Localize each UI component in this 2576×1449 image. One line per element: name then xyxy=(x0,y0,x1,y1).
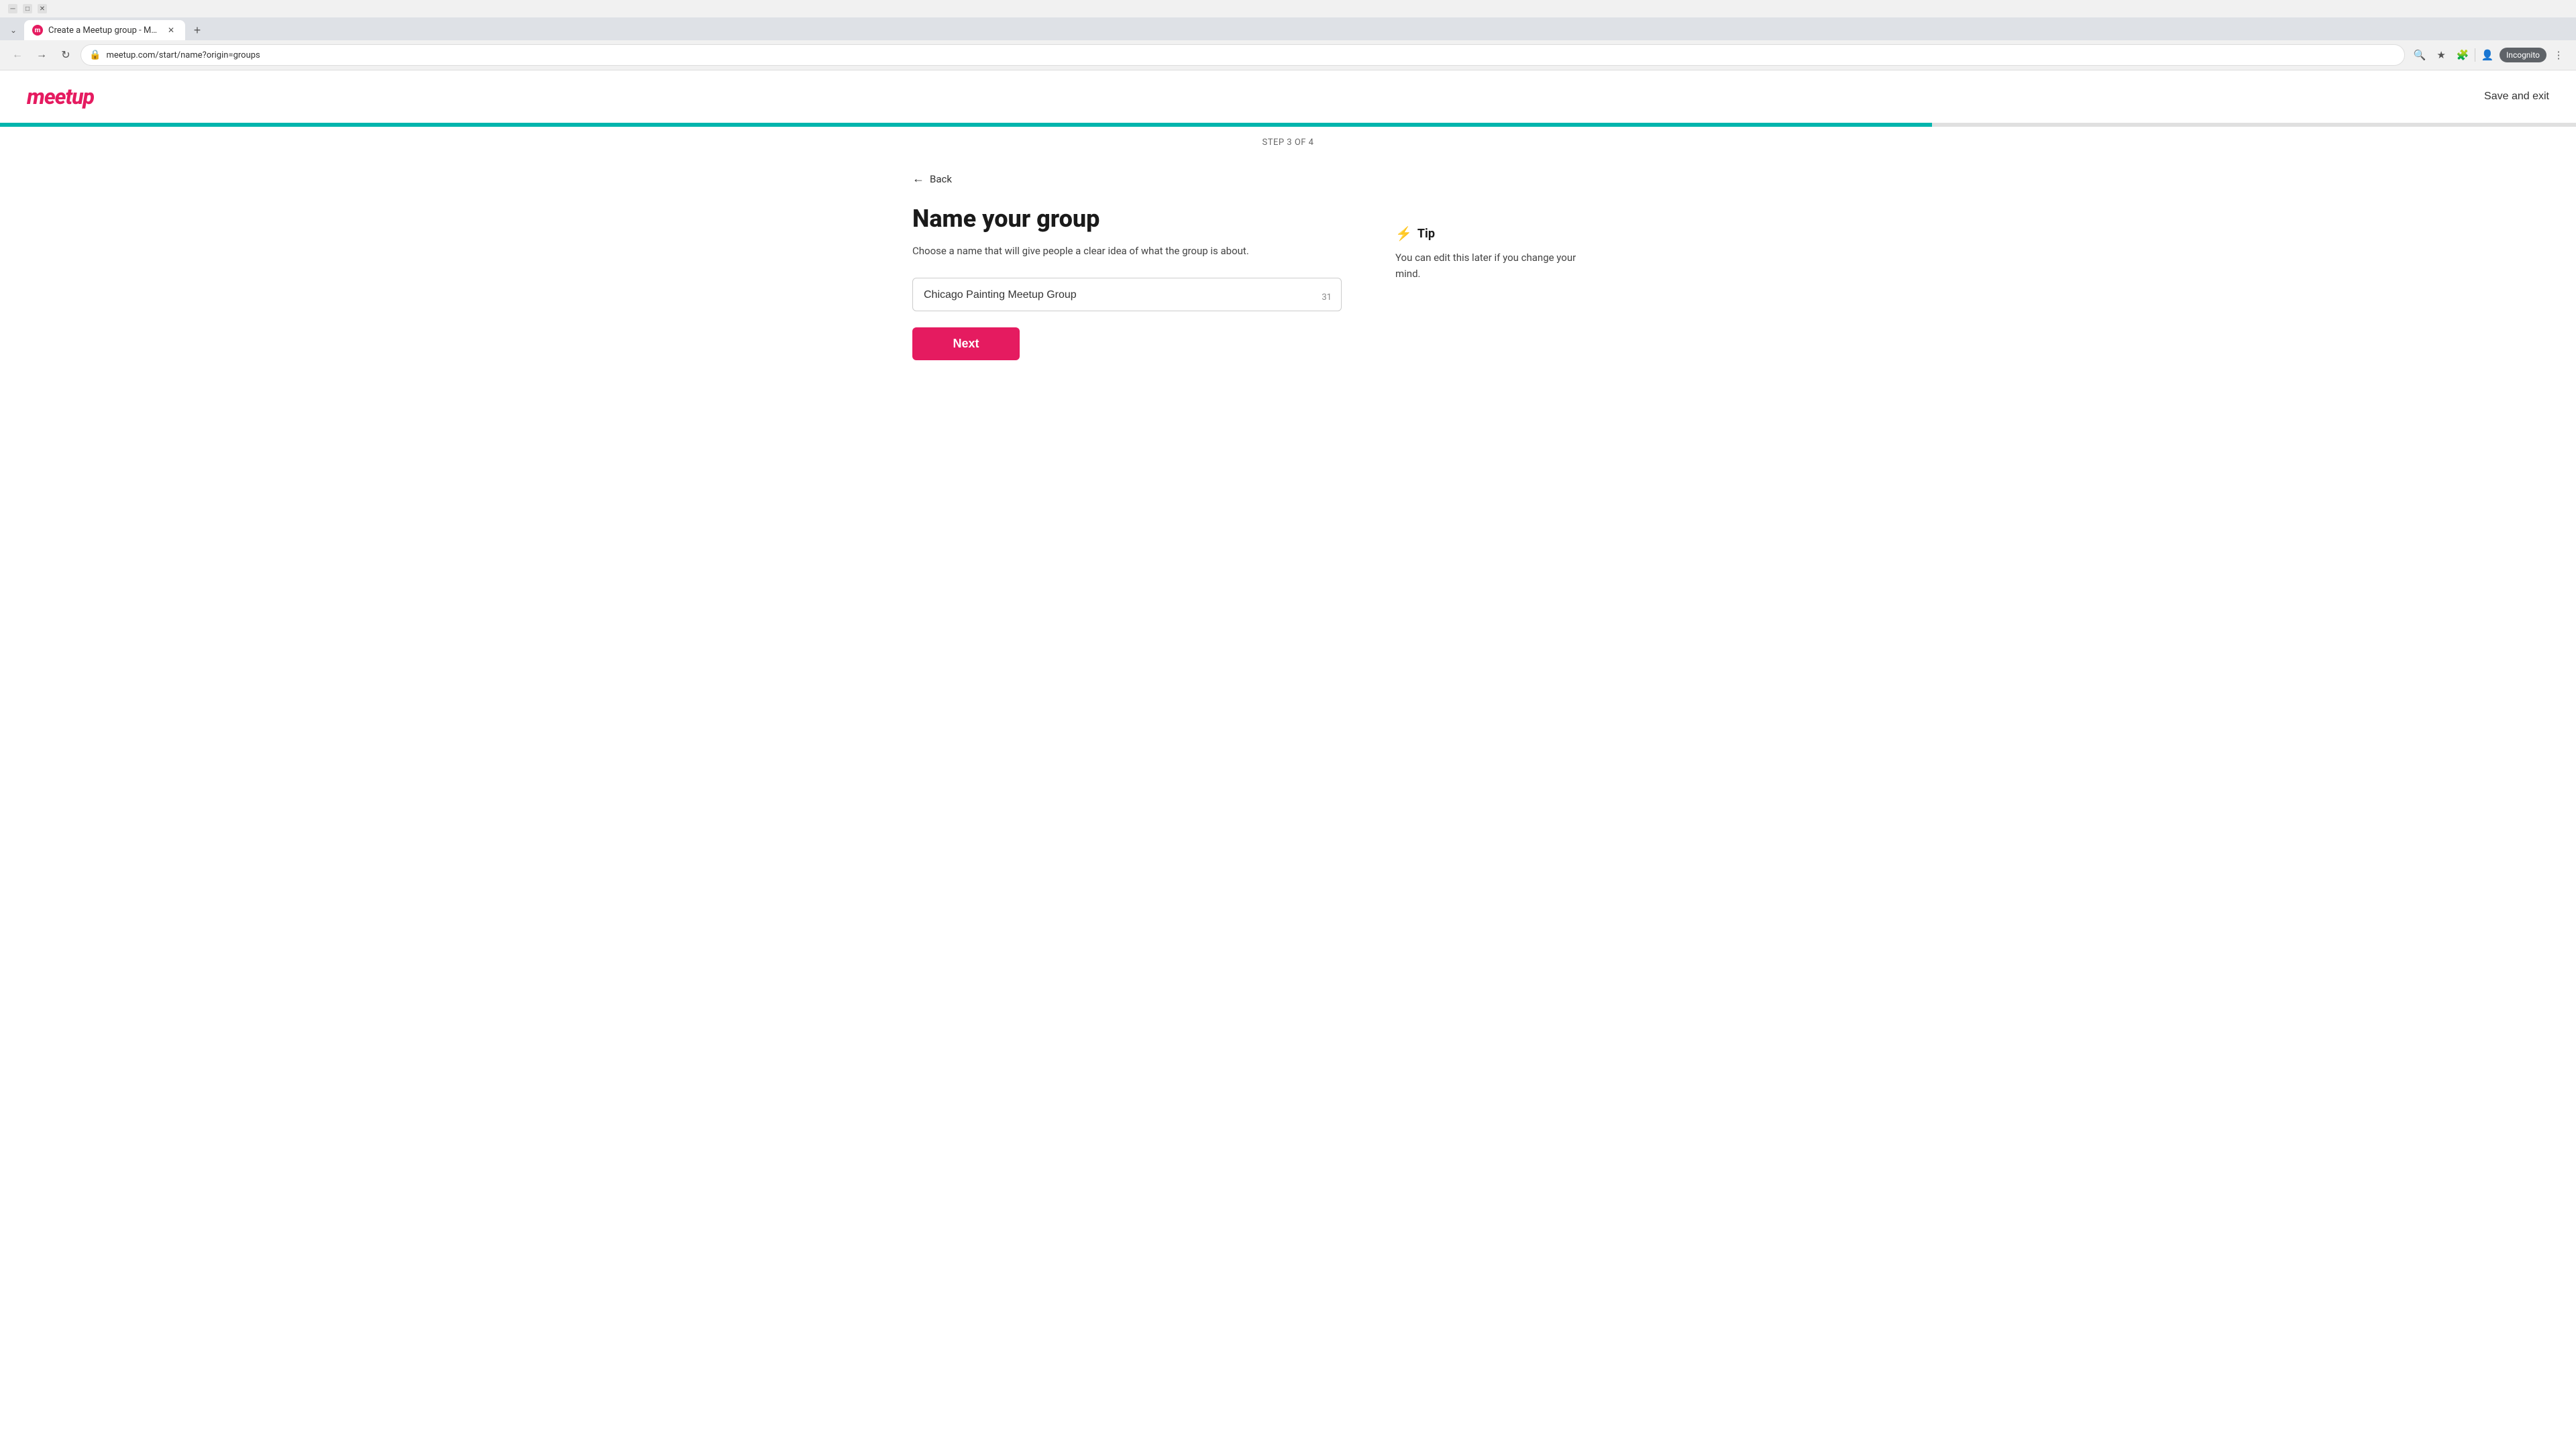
reload-button[interactable]: ↻ xyxy=(56,46,75,64)
back-link[interactable]: ← Back xyxy=(912,172,1342,186)
tab-close-button[interactable]: ✕ xyxy=(165,24,177,36)
back-link-label: Back xyxy=(930,173,952,185)
lock-icon: 🔒 xyxy=(89,50,101,60)
forward-nav-button[interactable]: → xyxy=(32,46,51,64)
maximize-button[interactable]: □ xyxy=(23,4,32,13)
incognito-label: Incognito xyxy=(2506,50,2540,60)
new-tab-button[interactable]: + xyxy=(188,21,207,40)
tab-bar: ⌄ m Create a Meetup group - Meet... ✕ + xyxy=(0,17,2576,40)
lightning-icon: ⚡ xyxy=(1395,225,1412,241)
browser-actions: 🔍 ★ 🧩 👤 Incognito ⋮ xyxy=(2410,46,2568,64)
app: meetup Save and exit STEP 3 OF 4 ← Back … xyxy=(0,70,2576,400)
app-header: meetup Save and exit xyxy=(0,70,2576,123)
group-name-input-container: 31 xyxy=(912,278,1342,311)
menu-button[interactable]: ⋮ xyxy=(2549,46,2568,64)
close-button[interactable]: ✕ xyxy=(38,4,47,13)
url-text: meetup.com/start/name?origin=groups xyxy=(106,50,2396,60)
tab-favicon: m xyxy=(32,25,43,36)
extensions-button[interactable]: 🧩 xyxy=(2453,46,2472,64)
tab-group-button[interactable]: ⌄ xyxy=(5,22,21,38)
address-bar-row: ← → ↻ 🔒 meetup.com/start/name?origin=gro… xyxy=(0,40,2576,70)
page-subtitle: Choose a name that will give people a cl… xyxy=(912,244,1342,259)
active-tab[interactable]: m Create a Meetup group - Meet... ✕ xyxy=(24,20,185,40)
back-arrow-icon: ← xyxy=(912,172,924,186)
title-bar: ─ □ ✕ xyxy=(0,0,2576,17)
minimize-button[interactable]: ─ xyxy=(8,4,17,13)
tip-title: Tip xyxy=(1417,227,1435,241)
meetup-logo[interactable]: meetup xyxy=(27,84,94,109)
form-section: ← Back Name your group Choose a name tha… xyxy=(912,172,1342,360)
back-nav-button[interactable]: ← xyxy=(8,46,27,64)
tip-section: ⚡ Tip You can edit this later if you cha… xyxy=(1395,172,1597,282)
tab-title: Create a Meetup group - Meet... xyxy=(48,25,160,36)
next-button[interactable]: Next xyxy=(912,327,1020,360)
group-name-input[interactable] xyxy=(924,289,1330,301)
page-title: Name your group xyxy=(912,205,1342,233)
step-indicator: STEP 3 OF 4 xyxy=(0,127,2576,158)
profile-button[interactable]: 👤 xyxy=(2478,46,2497,64)
main-content: ← Back Name your group Choose a name tha… xyxy=(885,158,1690,400)
tip-text: You can edit this later if you change yo… xyxy=(1395,250,1597,282)
save-exit-button[interactable]: Save and exit xyxy=(2484,91,2549,103)
browser-chrome: ─ □ ✕ ⌄ m Create a Meetup group - Meet..… xyxy=(0,0,2576,70)
incognito-badge: Incognito xyxy=(2500,48,2546,62)
bookmark-button[interactable]: ★ xyxy=(2432,46,2451,64)
address-bar[interactable]: 🔒 meetup.com/start/name?origin=groups xyxy=(80,44,2405,66)
window-controls: ─ □ ✕ xyxy=(8,4,47,13)
meetup-favicon: m xyxy=(32,25,43,36)
tip-header: ⚡ Tip xyxy=(1395,225,1597,241)
char-count: 31 xyxy=(1322,292,1332,303)
search-icon-button[interactable]: 🔍 xyxy=(2410,46,2429,64)
